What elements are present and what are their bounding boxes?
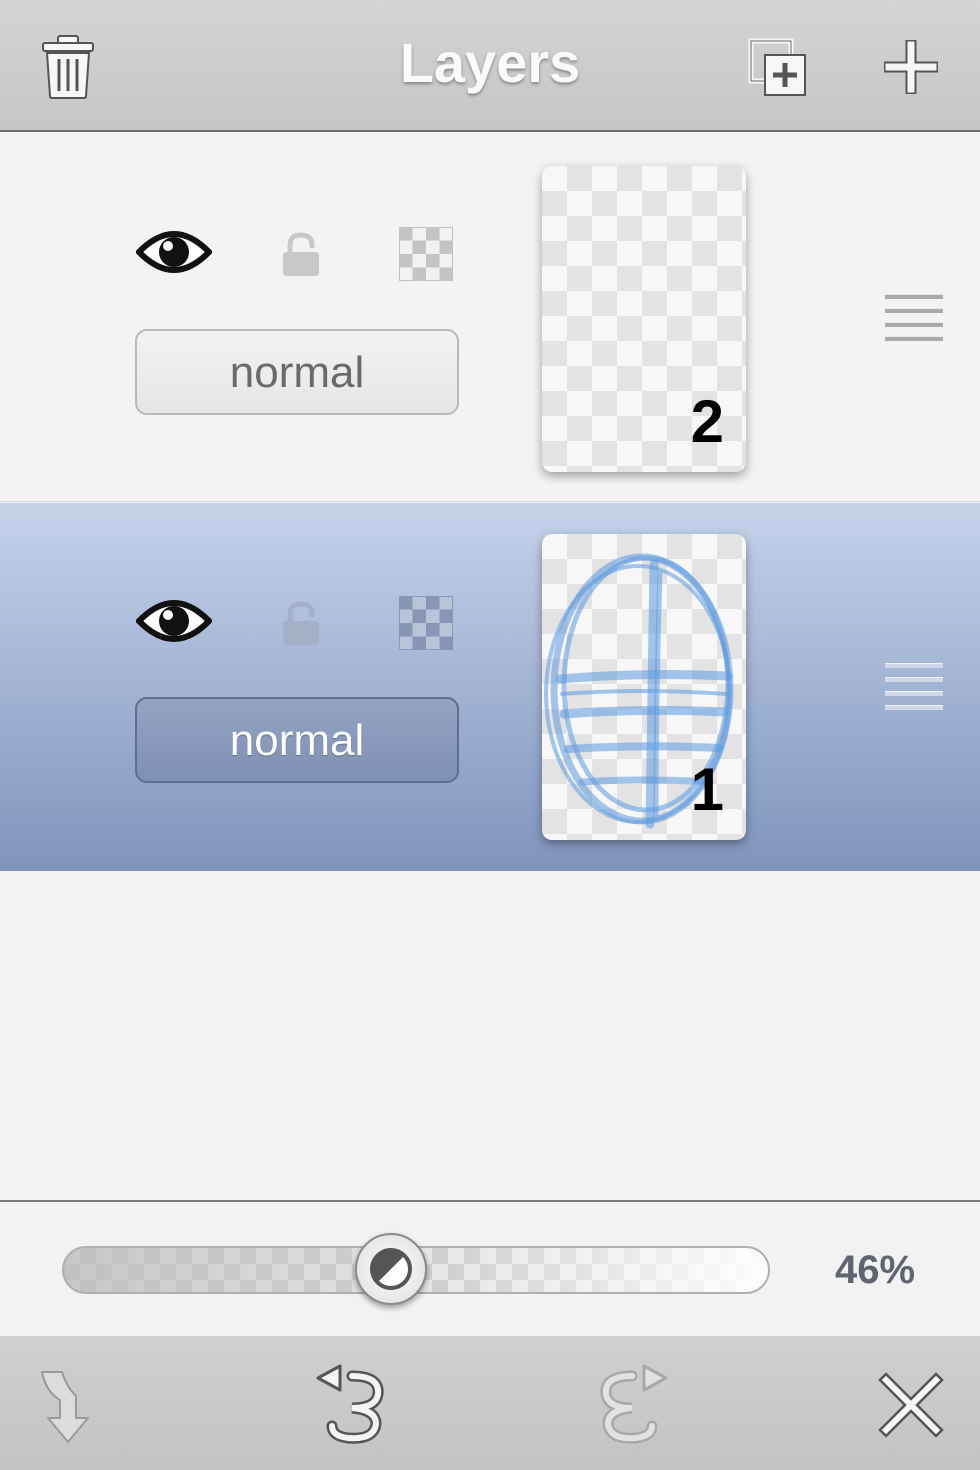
lock-toggle[interactable] — [280, 601, 322, 652]
layer-row-2[interactable]: normal 2 — [0, 134, 980, 502]
lock-toggle[interactable] — [280, 232, 322, 283]
close-button[interactable] — [878, 1372, 944, 1438]
drag-handle[interactable] — [885, 294, 943, 350]
lock-icon — [283, 232, 319, 276]
close-icon — [878, 1372, 944, 1438]
alpha-lock-toggle[interactable] — [398, 226, 454, 286]
checker-icon — [398, 595, 454, 651]
alpha-lock-toggle[interactable] — [398, 595, 454, 655]
layer-number: 1 — [690, 756, 724, 823]
undo-button[interactable] — [312, 1364, 392, 1446]
duplicate-layer-icon — [748, 38, 806, 96]
header-bar: Layers — [0, 0, 980, 132]
opacity-slider[interactable] — [62, 1233, 770, 1305]
redo-icon — [600, 1364, 668, 1444]
add-layer-button[interactable] — [884, 40, 938, 94]
blend-mode-button[interactable]: normal — [135, 329, 459, 415]
eye-icon — [134, 600, 214, 642]
opacity-icon — [369, 1248, 412, 1290]
undo-icon — [316, 1364, 384, 1444]
bottom-toolbar — [0, 1336, 980, 1470]
visibility-toggle[interactable] — [134, 595, 214, 652]
layer-thumbnail[interactable]: 1 — [542, 534, 746, 840]
eye-icon — [134, 231, 214, 273]
drag-handle[interactable] — [885, 663, 943, 719]
opacity-panel: 46% — [0, 1200, 980, 1336]
blend-mode-button[interactable]: normal — [135, 697, 459, 783]
visibility-toggle[interactable] — [134, 226, 214, 283]
layer-row-1[interactable]: normal 1 — [0, 503, 980, 871]
duplicate-layer-button[interactable] — [748, 38, 810, 100]
layer-number: 2 — [690, 388, 724, 455]
lock-icon — [283, 601, 319, 645]
merge-down-icon — [41, 1371, 89, 1443]
checker-icon — [398, 226, 454, 282]
merge-down-button[interactable] — [36, 1366, 102, 1446]
redo-button[interactable] — [592, 1364, 672, 1446]
plus-icon — [884, 40, 938, 94]
opacity-slider-thumb[interactable] — [354, 1233, 427, 1305]
layer-thumbnail[interactable]: 2 — [542, 166, 746, 472]
page-title: Layers — [399, 31, 581, 94]
opacity-value: 46% — [834, 1248, 916, 1292]
